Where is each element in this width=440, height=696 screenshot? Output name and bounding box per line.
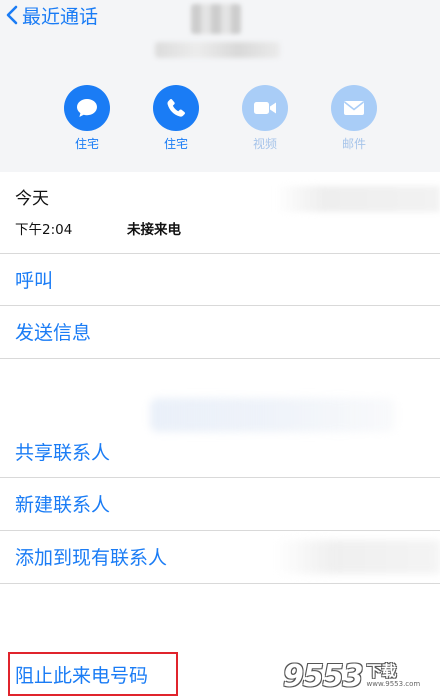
share-contact-row[interactable]: 共享联系人 — [0, 425, 440, 477]
divider — [0, 358, 440, 359]
row-redacted — [275, 540, 440, 574]
contact-header: 最近通话 住宅 住宅 视频 邮件 — [0, 0, 440, 172]
caller-name-redacted — [191, 4, 241, 34]
block-caller-button[interactable]: 阻止此来电号码 — [8, 652, 178, 696]
mail-icon — [344, 101, 364, 115]
back-button[interactable]: 最近通话 — [6, 2, 98, 28]
watermark-url: www.9553.com — [366, 680, 421, 688]
share-contact-label: 共享联系人 — [15, 441, 111, 464]
add-to-existing-label: 添加到现有联系人 — [15, 546, 168, 569]
history-redacted — [275, 186, 440, 212]
watermark-number: 9553 — [283, 658, 363, 694]
call-history: 今天 下午2:04 未接来电 — [0, 172, 440, 254]
video-button[interactable]: 视频 — [230, 85, 300, 151]
new-contact-label: 新建联系人 — [15, 493, 111, 516]
divider — [0, 583, 440, 584]
send-message-row[interactable]: 发送信息 — [0, 305, 440, 357]
history-status: 未接来电 — [127, 222, 181, 238]
call-button[interactable]: 住宅 — [141, 85, 211, 151]
message-icon — [77, 99, 97, 117]
back-label: 最近通话 — [22, 5, 99, 28]
call-label: 住宅 — [163, 137, 188, 151]
message-button[interactable]: 住宅 — [52, 85, 122, 151]
message-label: 住宅 — [74, 137, 99, 151]
watermark-logo: 9553 下载 www.9553.com — [283, 656, 438, 696]
history-day: 今天 — [15, 189, 49, 209]
watermark-side: 下载 www.9553.com — [367, 664, 421, 688]
caller-number-redacted — [155, 42, 280, 58]
history-time: 下午2:04 — [15, 222, 73, 238]
mail-label: 邮件 — [341, 137, 366, 151]
video-label: 视频 — [252, 137, 277, 151]
send-message-label: 发送信息 — [15, 321, 92, 344]
new-contact-row[interactable]: 新建联系人 — [0, 477, 440, 529]
call-row-label: 呼叫 — [15, 269, 54, 292]
chevron-left-icon — [6, 5, 18, 25]
mail-button[interactable]: 邮件 — [319, 85, 389, 151]
watermark-cn: 下载 — [366, 662, 397, 680]
block-caller-label: 阻止此来电号码 — [15, 664, 149, 687]
call-row[interactable]: 呼叫 — [0, 253, 440, 305]
video-icon — [254, 102, 276, 114]
phone-icon — [167, 99, 186, 117]
